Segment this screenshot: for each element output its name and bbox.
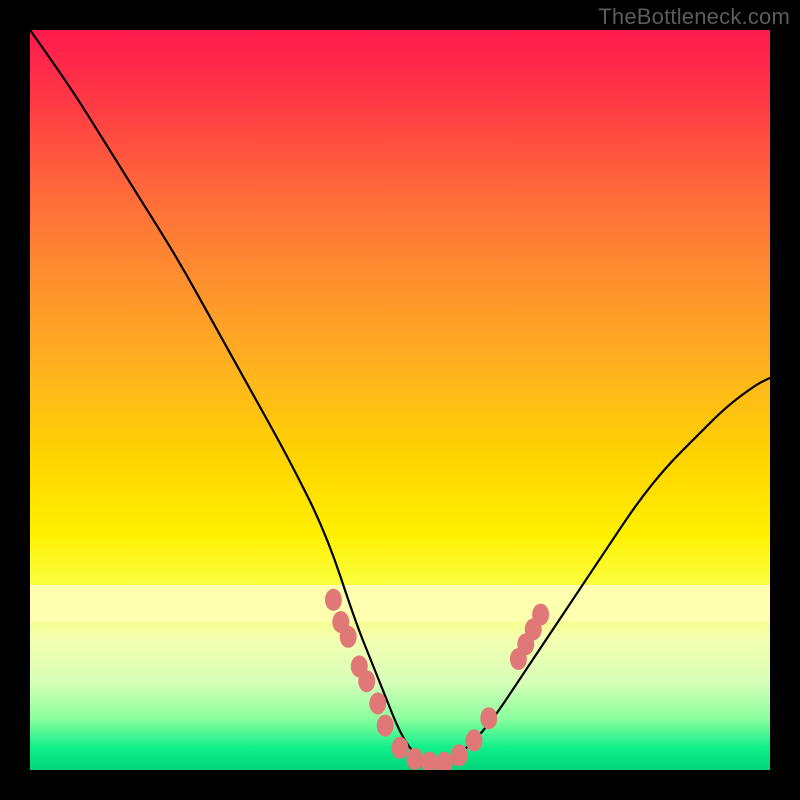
marker-group [325,589,549,770]
data-marker [421,752,438,770]
chart-frame: TheBottleneck.com [0,0,800,800]
data-marker [377,715,394,737]
data-marker [480,707,497,729]
data-marker [436,752,453,770]
chart-svg [30,30,770,770]
data-marker [392,737,409,759]
data-marker [451,744,468,766]
data-marker [369,692,386,714]
data-marker [406,748,423,770]
data-marker [532,604,549,626]
data-marker [358,670,375,692]
watermark-text: TheBottleneck.com [598,4,790,30]
bottleneck-curve [30,30,770,763]
plot-area [30,30,770,770]
data-marker [466,729,483,751]
data-marker [325,589,342,611]
data-marker [340,626,357,648]
